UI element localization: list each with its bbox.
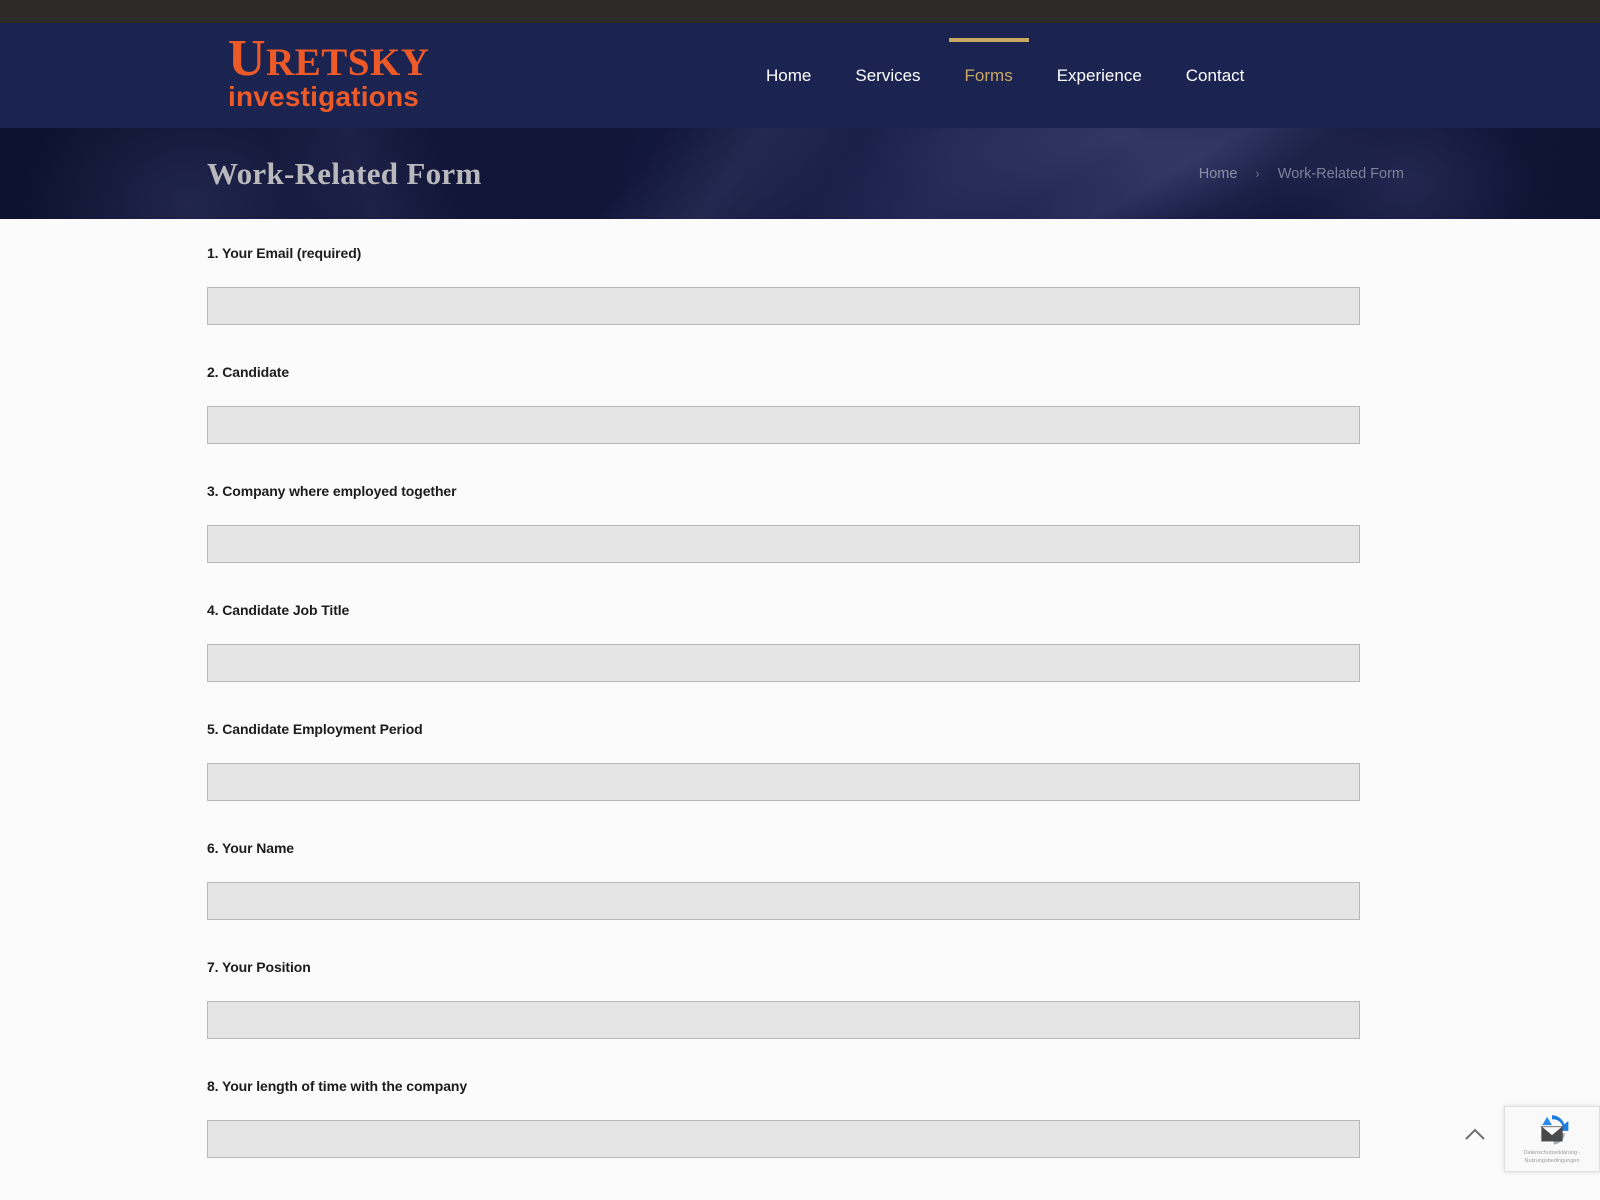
- company-input[interactable]: [207, 525, 1360, 563]
- recaptcha-badge[interactable]: Datenschutzerklärung - Nutzungsbedingung…: [1504, 1106, 1600, 1172]
- employment-period-input[interactable]: [207, 763, 1360, 801]
- length-of-time-input[interactable]: [207, 1120, 1360, 1158]
- breadcrumb-home[interactable]: Home: [1199, 166, 1238, 182]
- email-input[interactable]: [207, 287, 1360, 325]
- logo-tagline: investigations: [228, 80, 420, 112]
- your-name-input[interactable]: [207, 882, 1360, 920]
- nav-item-forms[interactable]: Forms: [943, 23, 1035, 128]
- form-field-your-name: 6. Your Name: [0, 840, 1600, 920]
- field-label: 4. Candidate Job Title: [207, 602, 350, 618]
- site-logo[interactable]: URETSKY investigations: [228, 32, 430, 112]
- field-label: 6. Your Name: [207, 840, 294, 856]
- form-field-job-title: 4. Candidate Job Title: [0, 602, 1600, 682]
- form-field-candidate: 2. Candidate: [0, 364, 1600, 444]
- nav-item-contact[interactable]: Contact: [1164, 23, 1267, 128]
- page-banner: Work-Related Form Home › Work-Related Fo…: [0, 128, 1600, 219]
- page-title: Work-Related Form: [207, 155, 482, 191]
- nav-item-experience[interactable]: Experience: [1035, 23, 1164, 128]
- main-navigation: Home Services Forms Experience Contact: [744, 23, 1266, 128]
- field-label: 8. Your length of time with the company: [207, 1078, 468, 1094]
- nav-item-home[interactable]: Home: [744, 23, 833, 128]
- recaptcha-terms-text[interactable]: Nutzungsbedingungen: [1507, 1157, 1597, 1165]
- field-label: 5. Candidate Employment Period: [207, 721, 423, 737]
- form-field-employment-period: 5. Candidate Employment Period: [0, 721, 1600, 801]
- your-position-input[interactable]: [207, 1001, 1360, 1039]
- chevron-right-icon: ›: [1255, 166, 1260, 181]
- recaptcha-icon: [1540, 1115, 1569, 1145]
- logo-name-rest: RETSKY: [266, 40, 430, 84]
- top-utility-bar: [0, 0, 1600, 23]
- field-label: 3. Company where employed together: [207, 483, 457, 499]
- form-field-company: 3. Company where employed together: [0, 483, 1600, 563]
- work-related-form: 1. Your Email (required) 2. Candidate 3.…: [0, 219, 1600, 1200]
- breadcrumb: Home › Work-Related Form: [1199, 166, 1404, 182]
- candidate-job-title-input[interactable]: [207, 644, 1360, 682]
- form-field-your-position: 7. Your Position: [0, 959, 1600, 1039]
- form-field-length-of-time: 8. Your length of time with the company: [0, 1078, 1600, 1158]
- scroll-to-top-button[interactable]: [1462, 1122, 1488, 1148]
- logo-primary-text: URETSKY: [228, 32, 430, 84]
- logo-initial: U: [228, 29, 267, 87]
- nav-item-services[interactable]: Services: [833, 23, 942, 128]
- site-header: URETSKY investigations Home Services For…: [0, 23, 1600, 128]
- breadcrumb-current: Work-Related Form: [1277, 165, 1404, 182]
- recaptcha-privacy-text[interactable]: Datenschutzerklärung -: [1507, 1149, 1597, 1157]
- form-field-email: 1. Your Email (required): [0, 245, 1600, 325]
- chevron-up-icon: [1465, 1128, 1485, 1140]
- field-label: 7. Your Position: [207, 959, 311, 975]
- field-label: 1. Your Email (required): [207, 245, 362, 261]
- candidate-input[interactable]: [207, 406, 1360, 444]
- field-label: 2. Candidate: [207, 364, 290, 380]
